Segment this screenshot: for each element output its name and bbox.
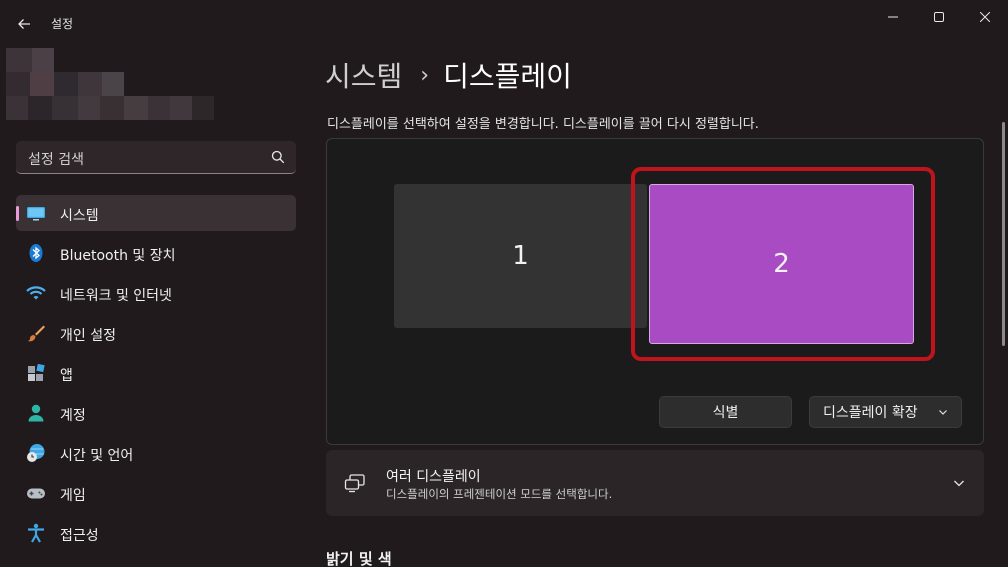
wifi-icon [26, 286, 46, 300]
sidebar-item-label: 접근성 [60, 528, 99, 544]
display-mode-selected: 디스플레이 확장 [823, 405, 918, 421]
search-input[interactable]: 설정 검색 [28, 149, 84, 169]
sidebar-item-accessibility[interactable]: 접근성 [16, 515, 296, 551]
accessibility-icon [28, 523, 44, 543]
apps-icon [28, 363, 45, 381]
title-bar: 설정 [0, 0, 1008, 46]
chevron-down-icon [939, 410, 947, 415]
close-button[interactable] [962, 0, 1008, 34]
close-icon [980, 12, 990, 22]
system-monitor-icon [27, 207, 45, 221]
monitor-1[interactable]: 1 [394, 184, 647, 328]
sidebar-item-label: 앱 [60, 368, 73, 384]
multiple-displays-description: 디스플레이의 프레젠테이션 모드를 선택합니다. [386, 487, 613, 501]
active-indicator [16, 206, 19, 221]
sidebar-item-label: 시간 및 언어 [60, 448, 134, 464]
sidebar-item-network[interactable]: 네트워크 및 인터넷 [16, 275, 296, 311]
sidebar-item-label: 개인 설정 [60, 328, 116, 344]
user-profile-blurred [6, 48, 216, 120]
monitor-label: 1 [512, 241, 529, 271]
settings-search-box[interactable]: 설정 검색 [16, 141, 296, 174]
minimize-button[interactable] [870, 0, 916, 34]
sidebar-nav: 시스템 Bluetooth 및 장치 네트워크 및 인터넷 개인 설정 앱 계정… [16, 195, 296, 555]
sidebar-item-time-language[interactable]: 시간 및 언어 [16, 435, 296, 471]
maximize-icon [934, 12, 944, 22]
sidebar-item-gaming[interactable]: 게임 [16, 475, 296, 511]
globe-clock-icon [27, 444, 45, 462]
identify-button[interactable]: 식별 [659, 396, 792, 428]
sidebar-item-label: 게임 [60, 488, 86, 504]
sidebar-item-label: 계정 [60, 408, 86, 424]
sidebar-item-label: 시스템 [60, 208, 99, 224]
bluetooth-icon [29, 244, 43, 262]
highlight-annotation [631, 167, 935, 361]
sidebar-item-system[interactable]: 시스템 [16, 195, 296, 231]
brightness-color-heading: 밝기 및 색 [326, 550, 392, 567]
multiple-displays-card[interactable]: 여러 디스플레이 디스플레이의 프레젠테이션 모드를 선택합니다. [326, 450, 984, 516]
maximize-button[interactable] [916, 0, 962, 34]
sidebar-item-apps[interactable]: 앱 [16, 355, 296, 391]
account-icon [28, 404, 44, 422]
brush-icon [27, 325, 45, 342]
breadcrumb: 시스템 › 디스플레이 [325, 55, 572, 95]
minimize-icon [888, 16, 898, 18]
sidebar-item-personalization[interactable]: 개인 설정 [16, 315, 296, 351]
back-button[interactable] [10, 10, 38, 38]
multiple-displays-title: 여러 디스플레이 [386, 469, 481, 485]
breadcrumb-separator: › [420, 62, 430, 88]
back-arrow-icon [18, 19, 30, 29]
app-title: 설정 [51, 17, 74, 31]
multiple-displays-icon [344, 474, 365, 493]
scrollbar[interactable] [1002, 122, 1005, 346]
display-mode-dropdown[interactable]: 디스플레이 확장 [809, 396, 962, 428]
sidebar-item-label: Bluetooth 및 장치 [60, 248, 176, 264]
chevron-down-icon[interactable] [952, 476, 966, 490]
page-title: 디스플레이 [443, 60, 572, 93]
sidebar-item-bluetooth[interactable]: Bluetooth 및 장치 [16, 235, 296, 271]
search-icon[interactable] [271, 150, 285, 164]
display-arrangement-panel: 1 2 식별 디스플레이 확장 [326, 138, 984, 445]
display-instruction: 디스플레이를 선택하여 설정을 변경합니다. 디스플레이를 끌어 다시 정렬합니… [327, 117, 759, 132]
sidebar-item-accounts[interactable]: 계정 [16, 395, 296, 431]
gamepad-icon [27, 488, 45, 499]
sidebar-item-label: 네트워크 및 인터넷 [60, 288, 172, 304]
breadcrumb-parent-link[interactable]: 시스템 [325, 55, 402, 95]
